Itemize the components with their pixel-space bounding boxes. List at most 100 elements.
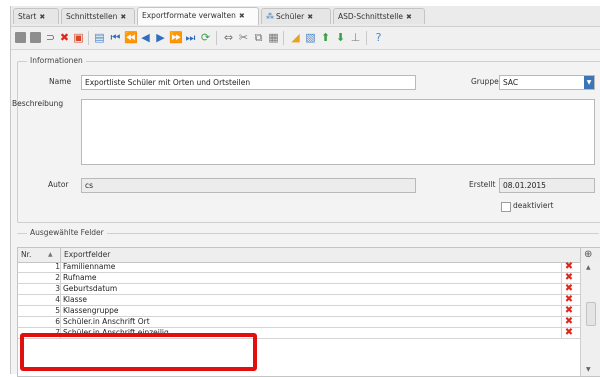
row-number: 5 (55, 306, 60, 315)
fields-legend: Ausgewählte Felder (27, 228, 107, 238)
tab-label: ASD-Schnittstelle (338, 12, 403, 21)
row-number: 1 (55, 262, 60, 271)
help-icon[interactable]: ? (372, 31, 385, 44)
first-record-icon[interactable]: ⏮ (109, 31, 122, 44)
row-field-name: Klasse (63, 295, 88, 304)
tab-bar: Start ✖ Schnittstellen ✖ Exportformate ver… (11, 6, 600, 27)
export-icon[interactable]: ⬇ (334, 31, 347, 44)
cell-divider (561, 284, 562, 294)
row-number: 2 (55, 273, 60, 282)
close-icon[interactable]: ✖ (120, 13, 126, 21)
row-field-name: Schüler.in Anschrift Ort (63, 317, 150, 326)
undo-icon[interactable]: ⊃ (44, 31, 57, 44)
cut-icon[interactable]: ✂ (237, 31, 250, 44)
table-row[interactable]: 1 Familienname ✖ (18, 262, 600, 273)
cell-divider (60, 273, 61, 283)
sort-icon[interactable]: ▲ (48, 248, 53, 262)
table-row[interactable]: 6 Schüler.in Anschrift Ort ✖ (18, 317, 600, 328)
toolbar-separator (88, 31, 89, 45)
name-label: Name (49, 77, 72, 86)
information-legend: Informationen (27, 56, 86, 66)
vertical-scrollbar[interactable]: ▲ ▼ (580, 262, 600, 376)
paste-icon[interactable]: ▦ (267, 31, 280, 44)
column-header-nr[interactable]: Nr. (21, 248, 31, 262)
toolbar-separator (216, 31, 217, 45)
delete-icon[interactable]: ✖ (58, 31, 71, 44)
delete-icon[interactable]: ✖ (564, 262, 574, 272)
row-field-name: Familienname (63, 262, 116, 271)
erstellt-input[interactable]: 08.01.2015 (499, 178, 595, 193)
column-settings-icon[interactable]: ⊕ (584, 248, 592, 262)
delete-icon[interactable]: ✖ (564, 295, 574, 305)
autor-label: Autor (48, 180, 69, 189)
cell-divider (60, 306, 61, 316)
delete-icon[interactable]: ✖ (564, 273, 574, 283)
cell-divider (60, 262, 61, 272)
table-row[interactable]: 3 Geburtsdatum ✖ (18, 284, 600, 295)
delete-icon[interactable]: ✖ (564, 328, 574, 338)
select-icon[interactable]: ▧ (304, 31, 317, 44)
tab-asd-schnittstelle[interactable]: ASD-Schnittstelle ✖ (333, 8, 425, 24)
tab-label: Start (18, 12, 37, 21)
filter-icon[interactable]: ◢ (289, 31, 302, 44)
link-icon[interactable]: ⇔ (222, 31, 235, 44)
scroll-up-icon[interactable]: ▲ (586, 264, 591, 271)
cell-divider (60, 284, 61, 294)
column-divider (60, 248, 61, 262)
table-row[interactable]: 4 Klasse ✖ (18, 295, 600, 306)
export-formats-window: Start ✖ Schnittstellen ✖ Exportformate ver… (10, 6, 600, 377)
tab-schueler[interactable]: ⁂ Schüler ✖ (261, 8, 331, 24)
column-divider (580, 248, 581, 262)
list-view-icon[interactable]: ▤ (93, 31, 106, 44)
tab-label: Schnittstellen (66, 12, 118, 21)
deaktiviert-label: deaktiviert (513, 201, 554, 210)
previous-page-icon[interactable]: ⏪ (124, 31, 138, 44)
delete-list-icon[interactable]: ▣ (72, 31, 85, 44)
tab-start[interactable]: Start ✖ (13, 8, 59, 24)
scroll-down-icon[interactable]: ▼ (586, 366, 591, 373)
refresh-icon[interactable]: ⟳ (199, 31, 212, 44)
close-icon[interactable]: ✖ (39, 13, 45, 21)
chevron-down-icon[interactable]: ▼ (584, 76, 594, 89)
scrollbar-thumb[interactable] (586, 302, 596, 326)
next-record-icon[interactable]: ▶ (154, 31, 167, 44)
save-icon[interactable] (30, 32, 41, 43)
erstellt-label: Erstellt (469, 180, 496, 189)
previous-record-icon[interactable]: ◀ (139, 31, 152, 44)
last-record-icon[interactable]: ⏭ (184, 31, 197, 44)
cell-divider (561, 262, 562, 272)
beschreibung-textarea[interactable] (81, 99, 595, 165)
delete-icon[interactable]: ✖ (564, 284, 574, 294)
gruppe-value: SAC (503, 78, 519, 87)
cell-divider (561, 273, 562, 283)
tree-icon[interactable]: ⊥ (349, 31, 362, 44)
autor-input[interactable]: cs (81, 178, 416, 193)
close-icon[interactable]: ✖ (406, 13, 412, 21)
table-row[interactable]: 2 Rufname ✖ (18, 273, 600, 284)
cell-divider (60, 317, 61, 327)
delete-icon[interactable]: ✖ (564, 317, 574, 327)
beschreibung-label: Beschreibung (12, 99, 64, 108)
close-icon[interactable]: ✖ (239, 12, 245, 20)
copy-icon[interactable]: ⧉ (252, 31, 265, 44)
row-field-name: Klassengruppe (63, 306, 119, 315)
table-row[interactable]: 5 Klassengruppe ✖ (18, 306, 600, 317)
next-page-icon[interactable]: ⏩ (169, 31, 183, 44)
close-icon[interactable]: ✖ (307, 13, 313, 21)
tab-exportformate-verwalten[interactable]: Exportformate verwalten ✖ (137, 7, 259, 25)
gruppe-label: Gruppe (471, 77, 499, 86)
gruppe-select[interactable]: SAC ▼ (499, 75, 595, 90)
highlight-box (20, 333, 257, 371)
cell-divider (561, 295, 562, 305)
import-icon[interactable]: ⬆ (319, 31, 332, 44)
cell-divider (561, 317, 562, 327)
column-header-exportfelder[interactable]: Exportfelder (64, 248, 110, 262)
new-record-icon[interactable] (15, 32, 26, 43)
row-number: 3 (55, 284, 60, 293)
deaktiviert-checkbox[interactable] (501, 202, 511, 212)
name-input[interactable]: Exportliste Schüler mit Orten und Ortste… (81, 75, 416, 90)
cell-divider (561, 328, 562, 338)
tab-label: Schüler (276, 12, 305, 21)
delete-icon[interactable]: ✖ (564, 306, 574, 316)
tab-schnittstellen[interactable]: Schnittstellen ✖ (61, 8, 135, 24)
